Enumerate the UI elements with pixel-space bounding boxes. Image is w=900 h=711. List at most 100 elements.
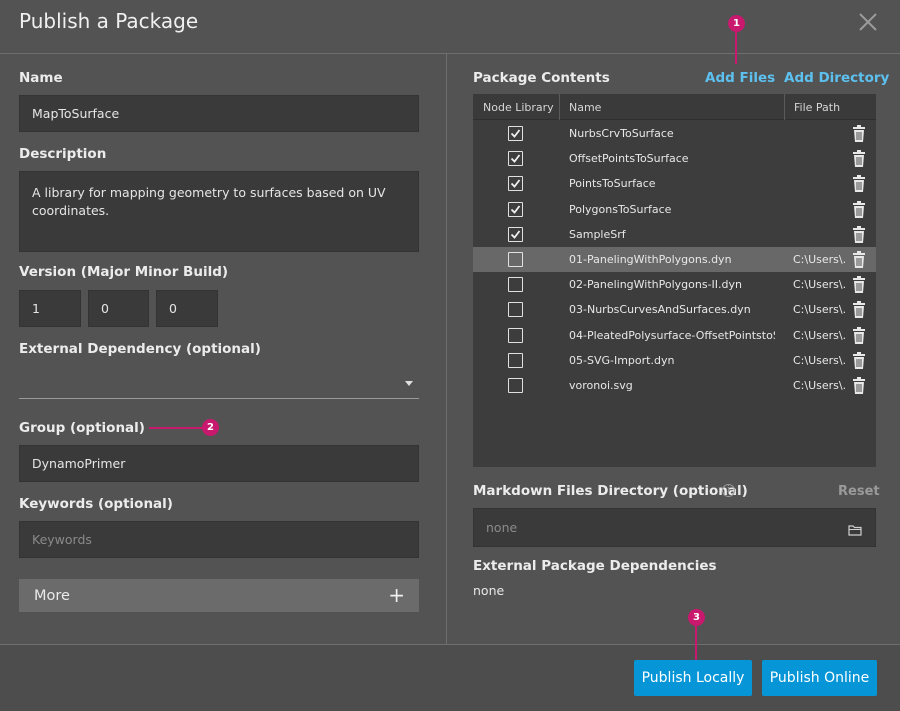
trash-icon[interactable] — [852, 150, 866, 168]
reset-button[interactable]: Reset — [838, 484, 880, 499]
column-header-name[interactable]: Name — [569, 94, 601, 120]
callout-3-line — [695, 624, 697, 660]
trash-icon[interactable] — [852, 251, 866, 268]
file-path — [793, 171, 845, 196]
trash-icon[interactable] — [852, 200, 866, 218]
table-row[interactable]: voronoi.svg C:\Users\... — [473, 373, 876, 398]
external-dependency-dropdown[interactable] — [19, 371, 419, 399]
callout-2-line — [149, 427, 205, 429]
keywords-label: Keywords (optional) — [19, 496, 173, 512]
description-value: A library for mapping geometry to surfac… — [32, 185, 386, 218]
table-row[interactable]: 04-PleatedPolysurface-OffsetPointstoSurf… — [473, 323, 876, 348]
version-build-input[interactable]: 0 — [156, 290, 218, 327]
publish-package-dialog: Publish a Package Name MapToSurface Desc… — [0, 0, 900, 711]
group-input[interactable]: DynamoPrimer — [19, 445, 419, 482]
markdown-directory-input[interactable]: none — [473, 508, 876, 547]
file-name: 03-NurbsCurvesAndSurfaces.dyn — [569, 303, 751, 317]
node-library-checkbox[interactable] — [508, 126, 523, 141]
node-library-checkbox[interactable] — [508, 176, 523, 192]
table-row[interactable]: PointsToSurface — [473, 171, 876, 196]
version-major-value: 1 — [32, 301, 40, 316]
file-name: PolygonsToSurface — [569, 202, 672, 216]
info-icon[interactable]: i — [722, 484, 735, 497]
node-library-checkbox[interactable] — [508, 151, 523, 167]
node-library-checkbox[interactable] — [508, 201, 523, 217]
trash-icon[interactable] — [852, 175, 866, 193]
trash-icon[interactable] — [852, 225, 866, 243]
callout-3-badge: 3 — [688, 609, 705, 626]
file-path: C:\Users\... — [793, 328, 845, 342]
table-row[interactable]: PolygonsToSurface — [473, 197, 876, 222]
more-button[interactable]: More + — [19, 579, 419, 612]
column-header-file-path[interactable]: File Path — [794, 94, 840, 120]
file-name: OffsetPointsToSurface — [569, 152, 689, 166]
add-directory-link[interactable]: Add Directory — [784, 70, 889, 86]
version-label: Version (Major Minor Build) — [19, 264, 229, 280]
version-build-value: 0 — [169, 301, 177, 316]
trash-icon[interactable] — [852, 301, 866, 319]
node-library-checkbox[interactable] — [508, 226, 523, 242]
group-value: DynamoPrimer — [32, 456, 126, 471]
file-path: C:\Users\... — [793, 303, 845, 317]
callout-1-badge: 1 — [728, 15, 745, 32]
table-row[interactable]: NurbsCrvToSurface — [473, 121, 876, 146]
publish-locally-button[interactable]: Publish Locally — [634, 660, 752, 696]
table-row[interactable]: 02-PanelingWithPolygons-II.dyn C:\Users\.… — [473, 272, 876, 297]
file-name: 04-PleatedPolysurface-OffsetPointstoSurf… — [569, 328, 775, 342]
file-name: NurbsCrvToSurface — [569, 127, 674, 140]
node-library-checkbox[interactable] — [508, 302, 523, 318]
more-label: More — [34, 587, 70, 604]
table-row[interactable]: 01-PanelingWithPolygons.dyn C:\Users\... — [473, 247, 876, 272]
version-minor-input[interactable]: 0 — [88, 290, 149, 327]
trash-icon[interactable] — [852, 377, 866, 394]
trash-icon[interactable] — [852, 276, 866, 294]
header-divider — [0, 53, 900, 54]
trash-icon[interactable] — [852, 125, 866, 142]
publish-online-button[interactable]: Publish Online — [762, 660, 877, 696]
plus-icon: + — [388, 583, 405, 607]
node-library-checkbox[interactable] — [508, 352, 523, 368]
node-library-checkbox[interactable] — [508, 327, 523, 343]
version-major-input[interactable]: 1 — [19, 290, 81, 327]
column-divider — [446, 54, 447, 644]
keywords-placeholder: Keywords — [32, 532, 92, 547]
folder-icon[interactable] — [848, 521, 862, 536]
file-name: SampleSrf — [569, 227, 626, 241]
table-row[interactable]: 03-NurbsCurvesAndSurfaces.dyn C:\Users\..… — [473, 297, 876, 322]
file-name: PointsToSurface — [569, 177, 656, 191]
file-path — [793, 146, 845, 171]
dialog-title: Publish a Package — [19, 9, 199, 33]
file-name: 02-PanelingWithPolygons-II.dyn — [569, 278, 742, 292]
description-textarea[interactable]: A library for mapping geometry to surfac… — [19, 171, 419, 252]
callout-2-badge: 2 — [202, 419, 219, 436]
column-divider-2[interactable] — [784, 94, 785, 120]
external-package-dependencies-label: External Package Dependencies — [473, 558, 717, 574]
table-row[interactable]: 05-SVG-Import.dyn C:\Users\... — [473, 348, 876, 373]
trash-icon[interactable] — [852, 351, 866, 369]
node-library-checkbox[interactable] — [508, 378, 523, 393]
name-input[interactable]: MapToSurface — [19, 95, 419, 132]
package-contents-label: Package Contents — [473, 70, 610, 86]
package-contents-grid: Node Library Name File Path NurbsCrvToSu… — [473, 94, 876, 467]
table-row[interactable]: SampleSrf — [473, 222, 876, 247]
file-path: C:\Users\... — [793, 253, 845, 266]
file-path — [793, 197, 845, 222]
file-path — [793, 222, 845, 247]
description-label: Description — [19, 146, 107, 162]
group-label: Group (optional) — [19, 420, 145, 436]
file-path — [793, 121, 845, 146]
node-library-checkbox[interactable] — [508, 277, 523, 293]
grid-header: Node Library Name File Path — [473, 94, 876, 120]
file-name: voronoi.svg — [569, 379, 633, 392]
external-dependency-label: External Dependency (optional) — [19, 341, 261, 357]
dropdown-arrow-icon — [405, 381, 413, 386]
add-files-link[interactable]: Add Files — [705, 70, 775, 86]
file-path: C:\Users\... — [793, 278, 845, 292]
keywords-input[interactable]: Keywords — [19, 521, 419, 558]
close-icon[interactable] — [856, 10, 880, 34]
column-divider-1[interactable] — [559, 94, 560, 120]
node-library-checkbox[interactable] — [508, 252, 523, 267]
column-header-node-library[interactable]: Node Library — [483, 94, 554, 120]
table-row[interactable]: OffsetPointsToSurface — [473, 146, 876, 171]
trash-icon[interactable] — [852, 326, 866, 344]
